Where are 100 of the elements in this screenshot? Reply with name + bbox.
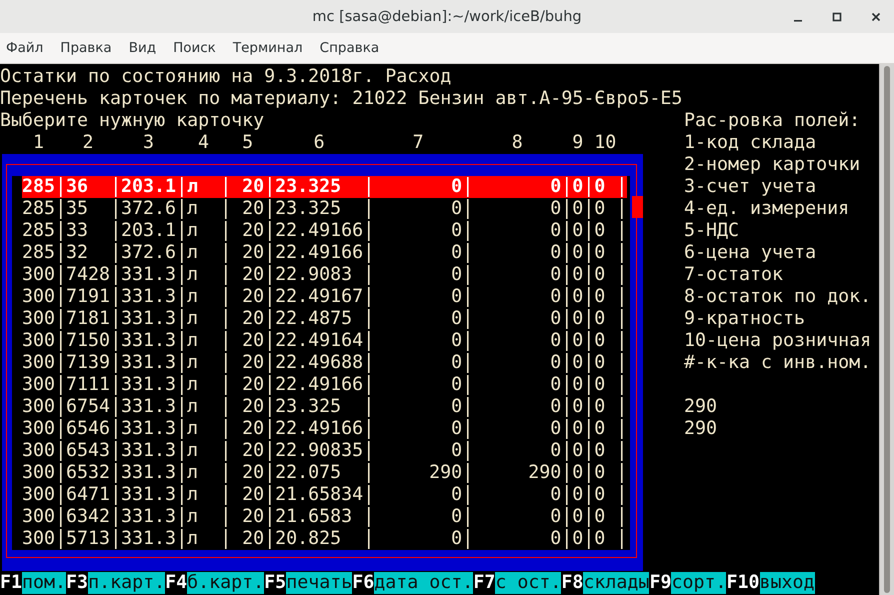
- table-cell-text: л: [187, 374, 200, 396]
- table-cell-text: 0: [450, 264, 462, 286]
- table-cell: 331.3: [121, 286, 176, 308]
- table-cell: 331.3: [121, 330, 176, 352]
- table-cell-text: 0: [594, 264, 606, 286]
- close-icon[interactable]: [870, 11, 882, 23]
- table-cell: 0: [572, 352, 584, 374]
- table-row[interactable]: 300 5713 331.3 л 20 20.825 0 0 0 0: [22, 528, 628, 550]
- table-cell: 7191: [66, 286, 110, 308]
- legend-item: #-к-ка с инв.ном.: [684, 352, 872, 374]
- column-number: 2: [82, 132, 95, 154]
- table-cell-text: 0: [594, 242, 606, 264]
- table-cell: 0: [572, 264, 584, 286]
- table-cell: 0: [572, 286, 584, 308]
- column-number: 10: [594, 132, 616, 154]
- table-cell: 372.6: [121, 242, 176, 264]
- table-row[interactable]: 300 6754 331.3 л 20 23.325 0 0 0 0: [22, 396, 628, 418]
- table-cell-text: л: [187, 506, 200, 528]
- table-cell: 0: [572, 528, 584, 550]
- legend-item: 1-код склада: [684, 132, 818, 154]
- table-cell-text: л: [187, 242, 200, 264]
- maximize-icon[interactable]: [831, 11, 843, 23]
- text-line: Перечень карточек по материалу: 21022 Бензин авт.А-95-Євро5-Е5: [0, 88, 684, 110]
- menu-item[interactable]: Терминал: [232, 38, 303, 58]
- table-cell: 22.49166: [275, 242, 364, 264]
- table-cell: 7181: [66, 308, 110, 330]
- table-cell-text: 0: [594, 286, 606, 308]
- scrollbar-thumb[interactable]: [632, 196, 644, 218]
- total-value: 290: [684, 396, 718, 418]
- table-cell: 6342: [66, 506, 110, 528]
- table-cell: 0: [572, 462, 584, 484]
- table-cell: 285: [22, 242, 56, 264]
- table-cell: 7139: [66, 352, 110, 374]
- table-row[interactable]: 300 6532 331.3 л 20 22.075 290 290 0 0: [22, 462, 628, 484]
- table-cell-text: 0: [450, 374, 462, 396]
- table-cell-text: 0: [594, 220, 606, 242]
- table-row[interactable]: 300 6471 331.3 л 20 21.65834 0 0 0 0: [22, 484, 628, 506]
- table-cell-text: 0: [549, 198, 562, 220]
- table-row[interactable]: 300 7428 331.3 л 20 22.9083 0 0 0 0: [22, 264, 628, 286]
- table-cell-text: 22.4875: [275, 308, 354, 330]
- table-row[interactable]: 300 7181 331.3 л 20 22.4875 0 0 0 0: [22, 308, 628, 330]
- table-row[interactable]: 285 33 203.1 л 20 22.49166 0 0 0 0: [22, 220, 628, 242]
- table-cell: 22.49166: [275, 374, 364, 396]
- text-line: Остатки по состоянию на 9.3.2018г. Расход: [0, 66, 452, 88]
- table-row[interactable]: 300 6342 331.3 л 20 21.6583 0 0 0 0: [22, 506, 628, 528]
- table-cell: 6543: [66, 440, 110, 462]
- table-cell-text: 0: [549, 220, 562, 242]
- table-row[interactable]: 285 36 203.1 л 20 23.325 0 0 0 0: [22, 176, 628, 198]
- table-row[interactable]: 300 7191 331.3 л 20 22.49167 0 0 0 0: [22, 286, 628, 308]
- table-cell: 331.3: [121, 528, 176, 550]
- table-cell-text: 0: [549, 506, 562, 528]
- table-cell-text: 0: [549, 528, 562, 550]
- table-cell: 7150: [66, 330, 110, 352]
- table-cell: 331.3: [121, 440, 176, 462]
- table-row[interactable]: 285 35 372.6 л 20 23.325 0 0 0 0: [22, 198, 628, 220]
- menu-item[interactable]: Поиск: [173, 38, 216, 58]
- legend-item: 5-НДС: [684, 220, 740, 242]
- table-cell-text: 0: [594, 330, 606, 352]
- table-cell: 300: [22, 484, 56, 506]
- table-cell-text: 0: [450, 528, 462, 550]
- table-cell-text: 0: [594, 308, 606, 330]
- table-cell: 300: [22, 286, 56, 308]
- table-cell-text: 0: [594, 176, 606, 198]
- table-cell: 285: [22, 198, 56, 220]
- table-cell: 300: [22, 352, 56, 374]
- table-cell-text: 21.6583: [275, 506, 354, 528]
- table-cell-text: л: [187, 484, 200, 506]
- table-row[interactable]: 300 7111 331.3 л 20 22.49166 0 0 0 0: [22, 374, 628, 396]
- legend-title: Рас-ровка полей:: [684, 110, 862, 132]
- table-row[interactable]: 300 6546 331.3 л 20 22.49166 0 0 0 0: [22, 418, 628, 440]
- table-row[interactable]: 300 7139 331.3 л 20 22.49688 0 0 0 0: [22, 352, 628, 374]
- menu-item[interactable]: Вид: [128, 38, 156, 58]
- table-cell: 372.6: [121, 198, 176, 220]
- table-cell-text: 0: [549, 352, 562, 374]
- table-cell-text: 0: [594, 418, 606, 440]
- menu-item[interactable]: Справка: [320, 38, 380, 58]
- table-cell: 0: [572, 198, 584, 220]
- table-row[interactable]: 300 7150 331.3 л 20 22.49164 0 0 0 0: [22, 330, 628, 352]
- menu-item[interactable]: Правка: [60, 38, 112, 58]
- table-cell-text: 0: [549, 286, 562, 308]
- table-cell-text: л: [187, 220, 200, 242]
- table-cell-text: 0: [549, 242, 562, 264]
- table-cell: 22.49164: [275, 330, 364, 352]
- table-cell-text: л: [187, 528, 200, 550]
- table-cell-text: 20: [241, 396, 264, 418]
- table-cell-text: 0: [450, 330, 462, 352]
- table-cell: 7111: [66, 374, 110, 396]
- menu-item[interactable]: Файл: [6, 38, 44, 58]
- scrollbar[interactable]: [879, 64, 894, 595]
- table-cell-text: 0: [549, 396, 562, 418]
- table-row[interactable]: 285 32 372.6 л 20 22.49166 0 0 0 0: [22, 242, 628, 264]
- table-cell-text: 0: [450, 440, 462, 462]
- table-row[interactable]: 300 6543 331.3 л 20 22.90835 0 0 0 0: [22, 440, 628, 462]
- table-cell-text: 20: [241, 528, 264, 550]
- table-cell: 6471: [66, 484, 110, 506]
- table-cell-text: 32: [66, 242, 90, 264]
- table-cell: 22.49688: [275, 352, 364, 374]
- table-cell: 331.3: [121, 308, 176, 330]
- table-cell-text: л: [187, 308, 200, 330]
- table-cell-text: 0: [450, 242, 462, 264]
